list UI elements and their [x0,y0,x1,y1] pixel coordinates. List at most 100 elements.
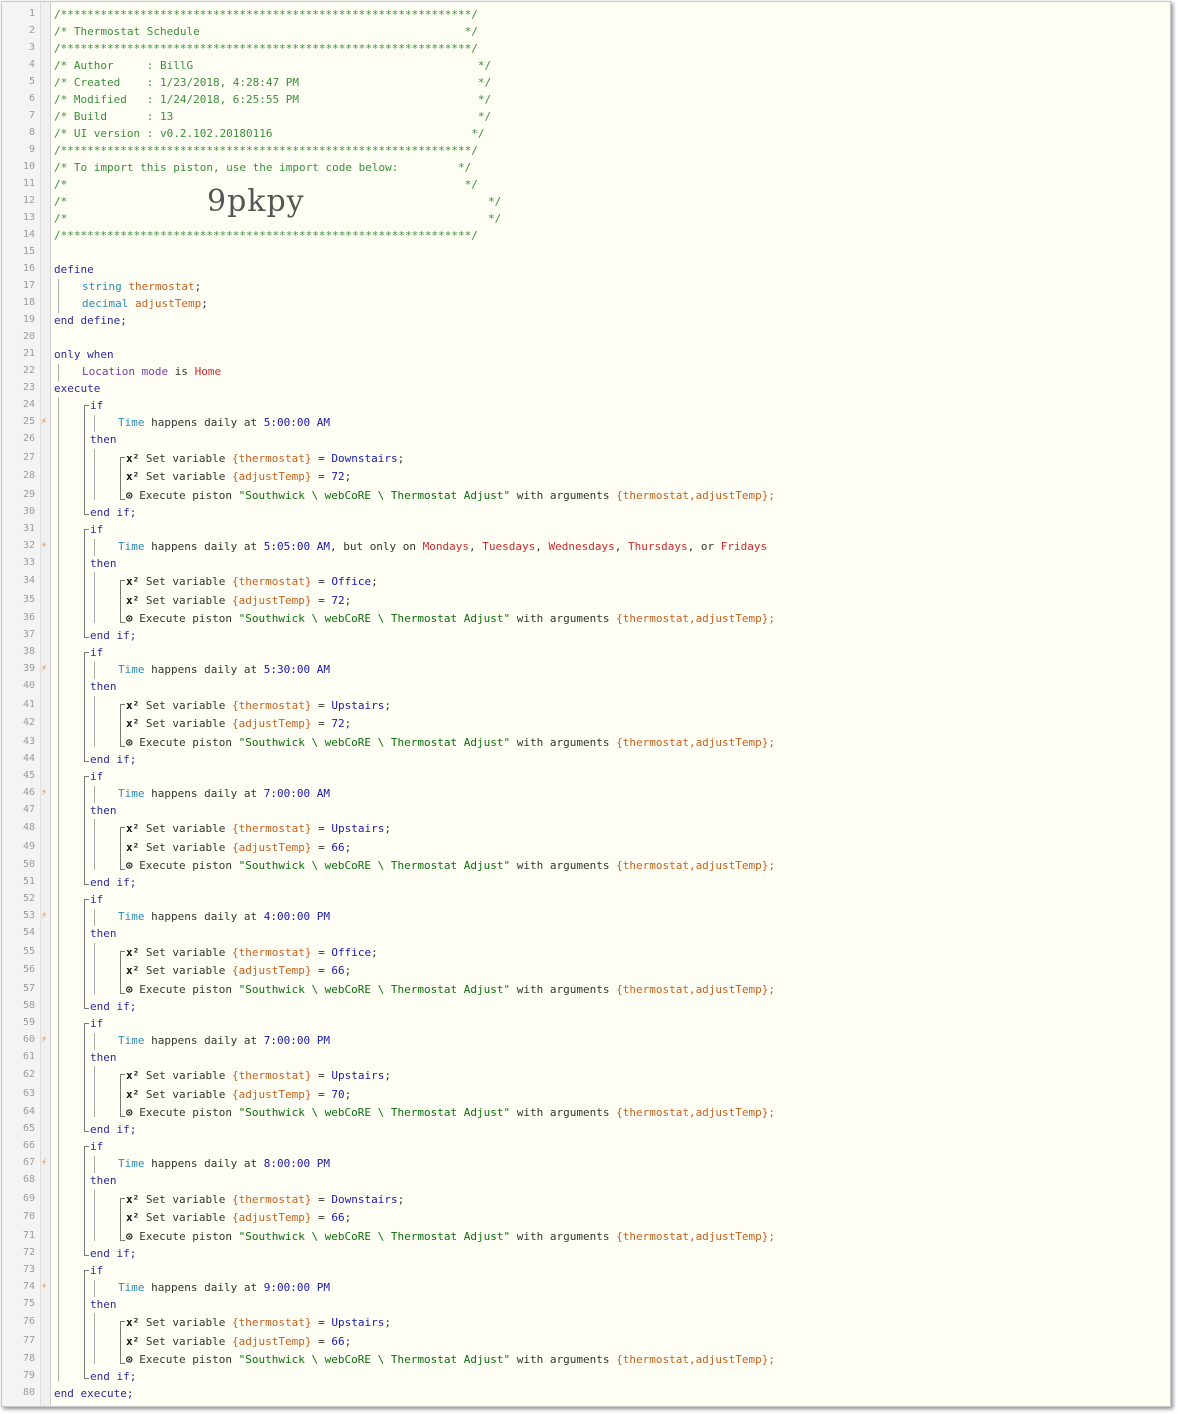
set-variable: Set variable [145,1088,226,1101]
line-number: 73 [22,1264,35,1275]
code-token: ; [194,280,202,293]
line-number: 16 [22,263,35,274]
temp-value: 66 [331,964,345,977]
then-guide [94,1066,95,1117]
line-number: 80 [22,1387,35,1398]
header-author: /* Author : BillG */ [54,58,491,74]
line-number: 75 [22,1298,35,1309]
if-keyword: if [90,770,104,783]
var-thermostat: {thermostat} [231,946,312,959]
line-number: 12 [22,195,35,206]
var-adjust-temp: {adjustTemp} [231,1211,312,1224]
if-block-bracket [84,405,89,515]
condition-guide [94,415,95,432]
equals: = [318,717,325,730]
variable-icon: x² [126,822,140,835]
import-code[interactable]: 9pkpy [207,184,305,219]
trigger-condition: Time happens daily at 4:00:00 PM [118,909,330,925]
variable-icon: x² [126,841,140,854]
comment-border: /***************************************… [54,229,478,242]
line-number: 43 [22,736,35,747]
code-token: ; [384,1316,391,1329]
set-temp-statement: x² Set variable {adjustTemp} = 72; [126,593,351,609]
line-number: 44 [22,753,35,764]
trigger-time: 5:00:00 AM [263,416,330,429]
set-thermostat-statement: x² Set variable {thermostat} = Downstair… [126,451,404,467]
piston-name: "Southwick \ webCoRE \ Thermostat Adjust… [238,1353,511,1366]
temp-value: 66 [331,1211,345,1224]
line-number: 48 [22,822,35,833]
statement-bracket [120,1198,125,1241]
execute-piston-statement: ⊙ Execute piston "Southwick \ webCoRE \ … [126,982,775,998]
piston-name: "Southwick \ webCoRE \ Thermostat Adjust… [238,612,511,625]
execute-piston-statement: ⊙ Execute piston "Southwick \ webCoRE \ … [126,488,775,504]
clock-icon: ⊙ [126,983,133,996]
line-number: 21 [22,348,35,359]
var-thermostat: {thermostat} [231,452,312,465]
equals: = [318,575,325,588]
then-guide [94,1190,95,1241]
with-arguments: with arguments [516,489,610,502]
line-number: 41 [22,699,35,710]
code-token: ; [371,946,378,959]
trigger-time: 9:00:00 PM [263,1281,330,1294]
thermostat-value: Upstairs [331,1316,385,1329]
header-modified: /* Modified : 1/24/2018, 6:25:55 PM */ [54,92,491,108]
thermostat-value: Upstairs [331,699,385,712]
line-number: 1 [28,8,35,19]
line-number: 65 [22,1123,35,1134]
if-line: if [90,1139,103,1155]
var-adjust-temp: {adjustTemp} [231,594,312,607]
restriction-day: Wednesdays [548,540,615,553]
line-number: 62 [22,1069,35,1080]
variable-icon: x² [126,452,140,465]
header-build: /* Build : 13 */ [54,109,491,125]
define-keyword: define [54,263,94,276]
piston-arguments: {thermostat,adjustTemp}; [616,859,776,872]
line-number: 31 [22,523,35,534]
equals: = [318,841,325,854]
time-keyword: Time [118,1034,145,1047]
set-variable: Set variable [145,717,226,730]
then-line: then [90,679,117,695]
if-block-bracket [84,652,89,762]
trigger-condition: Time happens daily at 7:00:00 PM [118,1033,330,1049]
line-number: 78 [22,1353,35,1364]
location-mode: Location mode [82,365,169,378]
line-number: 17 [22,280,35,291]
code-token: ; [344,470,352,483]
set-variable: Set variable [145,452,226,465]
trigger-condition: Time happens daily at 5:30:00 AM [118,662,330,678]
line-number: 59 [22,1017,35,1028]
end-if-line: end if; [90,999,136,1015]
statement-bracket [120,704,125,747]
temp-value: 72 [331,470,345,483]
then-keyword: then [90,804,117,817]
time-keyword: Time [118,910,145,923]
restriction-day: Fridays [720,540,768,553]
ui-version-comment: /* UI version : v0.2.102.20180116 */ [54,127,485,140]
end-define-line: end define; [54,313,127,329]
set-temp-statement: x² Set variable {adjustTemp} = 66; [126,1334,351,1350]
set-variable: Set variable [145,822,226,835]
header-border: /***************************************… [54,7,478,23]
clock-icon: ⊙ [126,612,133,625]
line-number: 72 [22,1247,35,1258]
end-execute-line: end execute; [54,1386,133,1402]
set-variable: Set variable [145,1335,226,1348]
restriction-condition: Location mode is Home [82,364,221,380]
code-token: ; [344,964,352,977]
execute-piston: Execute piston [139,983,232,996]
variable-declaration: decimal adjustTemp; [82,296,208,312]
set-variable: Set variable [145,1193,226,1206]
piston-arguments: {thermostat,adjustTemp}; [616,612,776,625]
